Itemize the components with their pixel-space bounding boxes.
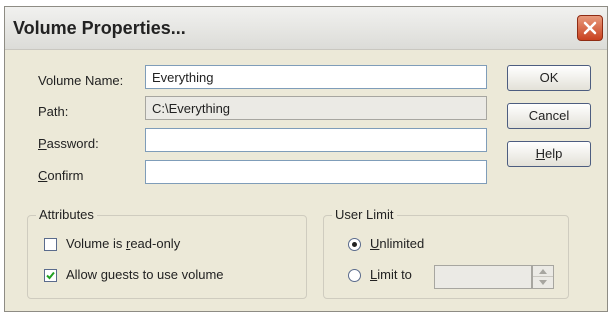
close-button[interactable] bbox=[577, 15, 603, 41]
volume-properties-dialog: Volume Properties... Volume Name: Everyt… bbox=[4, 6, 608, 312]
spinner-down-button bbox=[533, 277, 553, 288]
confirm-label: Confirm bbox=[38, 168, 84, 183]
attributes-group-label: Attributes bbox=[36, 207, 97, 222]
path-field: C:\Everything bbox=[145, 96, 487, 120]
volume-name-field[interactable]: Everything bbox=[145, 65, 487, 89]
ok-button[interactable]: OK bbox=[507, 65, 591, 91]
user-limit-group-label: User Limit bbox=[332, 207, 397, 222]
checkmark-icon bbox=[46, 271, 55, 280]
unlimited-radio[interactable] bbox=[348, 238, 361, 251]
limit-to-label[interactable]: Limit to bbox=[370, 267, 412, 282]
readonly-checkbox[interactable] bbox=[44, 238, 57, 251]
allow-guests-checkbox[interactable] bbox=[44, 269, 57, 282]
radio-selected-dot bbox=[352, 242, 357, 247]
cancel-button[interactable]: Cancel bbox=[507, 103, 591, 129]
unlimited-label[interactable]: Unlimited bbox=[370, 236, 424, 251]
limit-spinner bbox=[532, 265, 554, 289]
close-x-icon bbox=[583, 21, 597, 35]
readonly-label[interactable]: Volume is read-only bbox=[66, 236, 180, 251]
attributes-group: Attributes Volume is read-only Allow gue… bbox=[27, 207, 307, 299]
title-bar[interactable]: Volume Properties... bbox=[5, 7, 607, 50]
volume-name-label: Volume Name: bbox=[38, 73, 124, 88]
password-field[interactable] bbox=[145, 128, 487, 152]
dialog-title: Volume Properties... bbox=[13, 18, 186, 38]
help-button[interactable]: Help bbox=[507, 141, 591, 167]
limit-to-radio[interactable] bbox=[348, 269, 361, 282]
confirm-field[interactable] bbox=[145, 160, 487, 184]
spinner-up-button bbox=[533, 266, 553, 277]
password-label: Password: bbox=[38, 136, 99, 151]
limit-value-input bbox=[434, 265, 532, 289]
allow-guests-label[interactable]: Allow guests to use volume bbox=[66, 267, 224, 282]
arrow-up-icon bbox=[539, 269, 547, 274]
path-label: Path: bbox=[38, 104, 69, 119]
arrow-down-icon bbox=[539, 280, 547, 285]
